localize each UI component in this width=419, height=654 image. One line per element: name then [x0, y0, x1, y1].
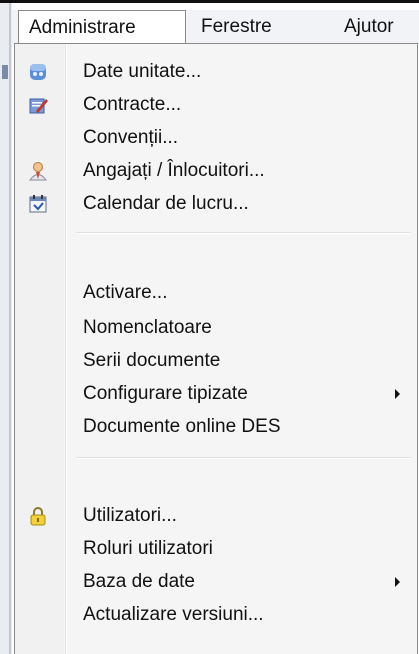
menu-item-conventii[interactable]: Convenții... [18, 122, 414, 154]
window-top-border [0, 0, 419, 3]
menu-item-actualizare-versiuni[interactable]: Actualizare versiuni... [18, 599, 414, 631]
menu-ferestre-label: Ferestre [201, 16, 272, 37]
menu-item-date-unitate[interactable]: Date unitate... [18, 56, 414, 88]
left-edge-notch [2, 65, 8, 79]
left-toolbar-edge [0, 3, 12, 654]
menu-item-documente-online-des[interactable]: Documente online DES [18, 411, 414, 443]
menu-item-label: Documente online DES [83, 416, 281, 437]
menu-item-roluri-utilizatori[interactable]: Roluri utilizatori [18, 533, 414, 565]
submenu-arrow-icon [395, 577, 400, 587]
menu-item-label: Roluri utilizatori [83, 538, 213, 559]
calendar-icon [29, 195, 47, 213]
menu-separator [76, 457, 411, 459]
menu-item-label: Convenții... [83, 127, 179, 148]
submenu-arrow-icon [395, 389, 400, 399]
menu-item-nomenclatoare[interactable]: Nomenclatoare [18, 312, 414, 344]
left-edge-line [9, 3, 11, 654]
menu-item-label: Baza de date [83, 571, 195, 592]
menu-item-label: Nomenclatoare [83, 317, 212, 338]
menu-administrare-label: Administrare [29, 17, 136, 38]
menu-item-label: Angajați / Înlocuitori... [83, 160, 265, 181]
menu-item-serii-documente[interactable]: Serii documente [18, 345, 414, 377]
menu-item-contracte[interactable]: Contracte... [18, 89, 414, 121]
contract-edit-icon [29, 98, 48, 114]
menu-ajutor[interactable]: Ajutor [344, 10, 394, 44]
menu-bar: Administrare Ferestre Ajutor [12, 10, 419, 44]
menu-item-utilizatori[interactable]: Utilizatori... [18, 500, 414, 532]
menu-item-label: Utilizatori... [83, 505, 177, 526]
menu-item-configurare-tipizate[interactable]: Configurare tipizate [18, 378, 414, 410]
menu-item-label: Actualizare versiuni... [83, 604, 264, 625]
menu-item-calendar[interactable]: Calendar de lucru... [18, 188, 414, 220]
menu-item-baza-de-date[interactable]: Baza de date [18, 566, 414, 598]
menu-ferestre[interactable]: Ferestre [201, 10, 272, 44]
menu-item-angajati[interactable]: Angajați / Înlocuitori... [18, 155, 414, 187]
administrare-dropdown: Date unitate... Contracte... Convenții..… [14, 43, 418, 654]
application-window: Administrare Ferestre Ajutor Date unitat… [0, 0, 419, 654]
menu-item-label: Calendar de lucru... [83, 193, 249, 214]
menu-separator [76, 232, 411, 234]
menu-item-label: Contracte... [83, 94, 182, 115]
menu-item-label: Configurare tipizate [83, 383, 248, 404]
menu-ajutor-label: Ajutor [344, 16, 394, 37]
menu-item-activare[interactable]: Activare... [18, 277, 414, 309]
menu-item-label: Activare... [83, 282, 168, 303]
menu-item-label: Serii documente [83, 350, 221, 371]
menu-administrare[interactable]: Administrare [18, 10, 186, 44]
employee-icon [29, 162, 47, 181]
company-icon [30, 64, 46, 80]
menu-item-label: Date unitate... [83, 61, 202, 82]
lock-icon [30, 507, 46, 526]
